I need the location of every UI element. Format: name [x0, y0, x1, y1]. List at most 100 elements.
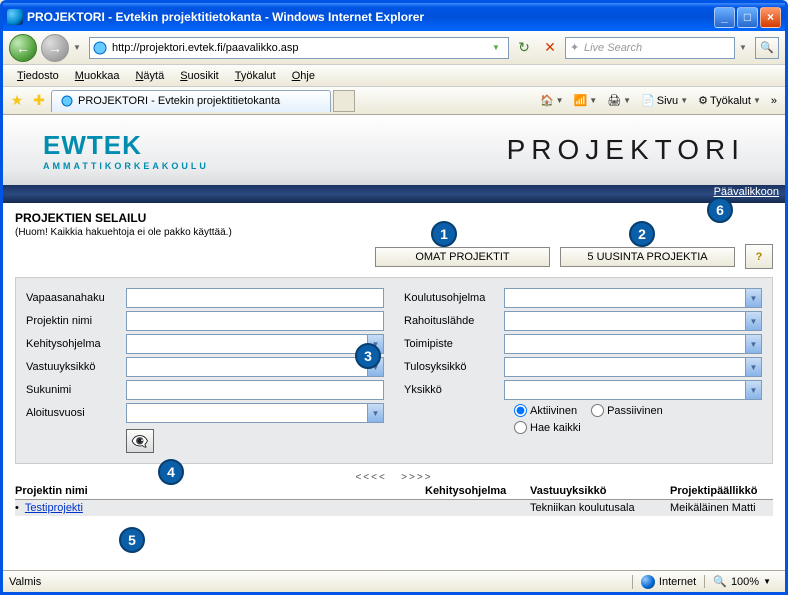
input-projectname[interactable] — [126, 311, 384, 331]
select-curriculum[interactable]: ▼ — [504, 288, 762, 308]
favorites-icon[interactable]: ★ — [7, 92, 27, 109]
url-dropdown[interactable]: ▼ — [492, 43, 506, 52]
globe-icon — [641, 575, 655, 589]
browser-tab[interactable]: PROJEKTORI - Evtekin projektitietokanta — [51, 90, 331, 112]
pager-prev[interactable]: <<<< — [355, 472, 386, 483]
label-projectname: Projektin nimi — [26, 315, 126, 327]
radio-all[interactable]: Hae kaikki — [514, 421, 581, 434]
binoculars-icon: 👁‍🗨 — [131, 433, 148, 450]
nav-history-dropdown[interactable]: ▼ — [73, 43, 85, 52]
search-button[interactable]: 🔍 — [755, 37, 779, 59]
maximize-button[interactable]: □ — [737, 7, 758, 28]
status-text: Valmis — [9, 576, 632, 588]
section-title: PROJEKTIEN SELAILU — [15, 211, 773, 225]
header-band: EWTEK AMMATTIKORKEAKOULU PROJEKTORI — [3, 115, 785, 185]
latest-projects-button[interactable]: 5 UUSINTA PROJEKTIA — [560, 247, 735, 267]
titlebar: PROJEKTORI - Evtekin projektitietokanta … — [3, 3, 785, 31]
zoom-icon: 🔍 — [713, 575, 727, 588]
tab-favicon — [60, 94, 74, 108]
label-surname: Sukunimi — [26, 384, 126, 396]
select-resultunit[interactable]: ▼ — [504, 357, 762, 377]
chevron-down-icon: ▼ — [763, 577, 771, 586]
home-button[interactable]: 🏠▼ — [536, 92, 568, 109]
radio-passive[interactable]: Passiivinen — [591, 404, 663, 417]
close-button[interactable]: × — [760, 7, 781, 28]
label-curriculum: Koulutusohjelma — [404, 292, 504, 304]
search-box[interactable]: ✦ Live Search — [565, 37, 735, 59]
radio-active[interactable]: Aktiivinen — [514, 404, 577, 417]
page-menu[interactable]: 📄Sivu▼ — [637, 92, 692, 109]
refresh-button[interactable]: ↻ — [513, 37, 535, 59]
select-devprogram[interactable]: ▼ — [126, 334, 384, 354]
input-freetext[interactable] — [126, 288, 384, 308]
rss-icon: 📶 — [574, 94, 588, 107]
print-button[interactable]: 🖨▼ — [603, 92, 635, 109]
col-projectname: Projektin nimi — [15, 485, 425, 497]
new-tab-button[interactable] — [333, 90, 355, 112]
help-button[interactable]: ? — [745, 244, 773, 269]
select-respunit[interactable]: ▼ — [126, 357, 384, 377]
feeds-button[interactable]: 📶▼ — [570, 92, 602, 109]
input-surname[interactable] — [126, 380, 384, 400]
chevron-down-icon: ▼ — [745, 358, 761, 376]
zoom-value: 100% — [731, 576, 759, 588]
chevron-down-icon: ▼ — [745, 312, 761, 330]
search-placeholder: Live Search — [584, 42, 642, 54]
address-bar[interactable]: ▼ — [89, 37, 509, 59]
label-unit: Yksikkö — [404, 384, 504, 396]
chevron-more[interactable]: » — [767, 93, 781, 109]
chevron-down-icon: ▼ — [745, 335, 761, 353]
section-note: (Huom! Kaikkia hakuehtoja ei ole pakko k… — [15, 227, 773, 238]
main-menu-link[interactable]: Päävalikkoon — [714, 186, 779, 198]
col-respunit: Vastuuyksikkö — [530, 485, 670, 497]
gear-icon: ⚙ — [698, 94, 708, 107]
label-location: Toimipiste — [404, 338, 504, 350]
label-respunit: Vastuuyksikkö — [26, 361, 126, 373]
search-dropdown[interactable]: ▼ — [739, 43, 751, 52]
menu-bar: Tiedosto Muokkaa Näytä Suosikit Työkalut… — [3, 65, 785, 87]
menu-favorites[interactable]: Suosikit — [172, 68, 227, 84]
search-form: Vapaasanahaku Projektin nimi Kehitysohje… — [15, 277, 773, 464]
select-unit[interactable]: ▼ — [504, 380, 762, 400]
annotation-3: 3 — [355, 343, 381, 369]
menu-file[interactable]: Tiedosto — [9, 68, 67, 84]
menu-help[interactable]: Ohje — [284, 68, 323, 84]
pager-next[interactable]: >>>> — [401, 472, 432, 483]
label-funding: Rahoituslähde — [404, 315, 504, 327]
tab-bar: ★ ✚ PROJEKTORI - Evtekin projektitietoka… — [3, 87, 785, 115]
tools-menu[interactable]: ⚙Työkalut▼ — [694, 92, 765, 109]
col-devprogram: Kehitysohjelma — [425, 485, 530, 497]
cell-manager: Meikäläinen Matti — [670, 502, 773, 514]
cell-respunit: Tekniikan koulutusala — [530, 502, 670, 514]
search-submit-button[interactable]: 👁‍🗨 — [126, 429, 154, 453]
status-bar: Valmis Internet 🔍 100% ▼ — [3, 570, 785, 592]
select-funding[interactable]: ▼ — [504, 311, 762, 331]
chevron-down-icon: ▼ — [745, 289, 761, 307]
tab-title: PROJEKTORI - Evtekin projektitietokanta — [78, 95, 280, 107]
search-provider-icon: ✦ — [570, 41, 584, 54]
zoom-segment[interactable]: 🔍 100% ▼ — [704, 575, 779, 588]
select-startyear[interactable]: ▼ — [126, 403, 384, 423]
chevron-down-icon: ▼ — [745, 381, 761, 399]
back-button[interactable]: ← — [9, 34, 37, 62]
annotation-2: 2 — [629, 221, 655, 247]
magnifier-icon: 🔍 — [760, 41, 774, 54]
menu-tools[interactable]: Työkalut — [227, 68, 284, 84]
annotation-4: 4 — [158, 459, 184, 485]
project-link[interactable]: Testiprojekti — [25, 502, 83, 514]
menu-edit[interactable]: Muokkaa — [67, 68, 128, 84]
own-projects-button[interactable]: OMAT PROJEKTIT — [375, 247, 550, 267]
menu-view[interactable]: Näytä — [127, 68, 172, 84]
annotation-1: 1 — [431, 221, 457, 247]
add-favorite-icon[interactable]: ✚ — [29, 92, 49, 109]
home-icon: 🏠 — [540, 94, 554, 107]
results-header: Projektin nimi Kehitysohjelma Vastuuyksi… — [15, 483, 773, 500]
stop-button[interactable]: ✕ — [539, 37, 561, 59]
label-startyear: Aloitusvuosi — [26, 407, 126, 419]
forward-button[interactable]: → — [41, 34, 69, 62]
minimize-button[interactable]: _ — [714, 7, 735, 28]
nav-toolbar: ← → ▼ ▼ ↻ ✕ ✦ Live Search ▼ 🔍 — [3, 31, 785, 65]
url-input[interactable] — [112, 42, 492, 54]
select-location[interactable]: ▼ — [504, 334, 762, 354]
navy-band: Päävalikkoon — [3, 185, 785, 203]
